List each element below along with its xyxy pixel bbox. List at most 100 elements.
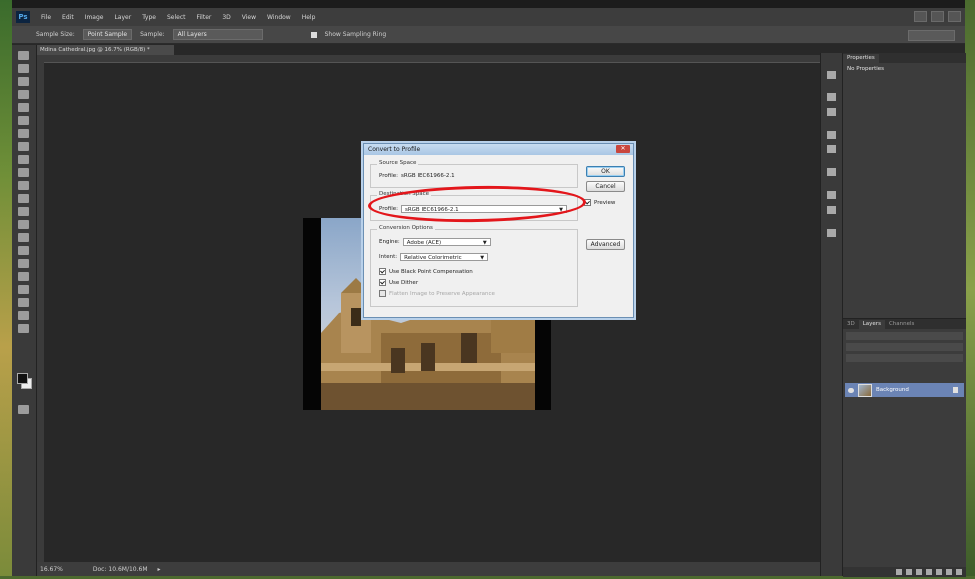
intent-label: Intent: — [379, 254, 398, 260]
info-icon[interactable] — [827, 229, 836, 237]
right-panels: Properties No Properties 3D Layers Chann… — [842, 53, 966, 577]
dialog-close-button[interactable]: ✕ — [616, 145, 630, 153]
menu-bar: Ps File Edit Image Layer Type Select Fil… — [12, 8, 965, 26]
link-layers-icon[interactable] — [896, 569, 902, 575]
blend-mode-row[interactable] — [846, 343, 963, 351]
shape-tool-icon[interactable] — [18, 272, 29, 281]
destination-profile-value: sRGB IEC61966-2.1 — [404, 207, 459, 213]
menu-view[interactable]: View — [242, 14, 256, 21]
visibility-eye-icon[interactable] — [848, 387, 854, 393]
menu-3d[interactable]: 3D — [222, 14, 230, 21]
zoom-tool-icon[interactable] — [18, 324, 29, 333]
convert-to-profile-dialog: Convert to Profile ✕ Source Space Profil… — [363, 143, 634, 318]
healing-brush-tool-icon[interactable] — [18, 129, 29, 138]
lasso-tool-icon[interactable] — [18, 77, 29, 86]
tab-channels[interactable]: Channels — [884, 320, 919, 329]
clone-stamp-tool-icon[interactable] — [18, 155, 29, 164]
source-space-group: Source Space Profile: sRGB IEC61966-2.1 — [370, 160, 578, 188]
menu-edit[interactable]: Edit — [62, 14, 74, 21]
history-brush-tool-icon[interactable] — [18, 168, 29, 177]
character-icon[interactable] — [827, 168, 836, 176]
zoom-level[interactable]: 16.67% — [40, 566, 63, 573]
lock-icon — [953, 387, 958, 393]
destination-profile-row: Profile: sRGB IEC61966-2.1 ▼ — [379, 205, 567, 213]
layer-row-background[interactable]: Background — [845, 383, 964, 397]
sample-label: Sample: — [140, 31, 165, 38]
hand-tool-icon[interactable] — [18, 311, 29, 320]
intent-value: Relative Colorimetric — [404, 255, 462, 261]
sample-dropdown[interactable]: All Layers — [172, 29, 263, 40]
show-sampling-ring-checkbox[interactable] — [310, 31, 317, 38]
lock-row[interactable] — [846, 354, 963, 362]
menu-help[interactable]: Help — [302, 14, 316, 21]
adjustment-layer-icon[interactable] — [926, 569, 932, 575]
brush-tool-icon[interactable] — [18, 142, 29, 151]
swatches-icon[interactable] — [827, 145, 836, 153]
ok-button[interactable]: OK — [586, 166, 625, 177]
menu-layer[interactable]: Layer — [114, 14, 131, 21]
doc-info[interactable]: Doc: 10.6M/10.6M — [93, 566, 148, 573]
eyedropper-tool-icon[interactable] — [18, 116, 29, 125]
destination-space-legend: Destination Space — [377, 191, 432, 197]
3d-tool-icon[interactable] — [18, 285, 29, 294]
source-profile-row: Profile: sRGB IEC61966-2.1 — [379, 173, 455, 179]
actions-icon[interactable] — [827, 93, 836, 101]
flatten-checkbox — [379, 290, 386, 297]
dodge-tool-icon[interactable] — [18, 220, 29, 229]
minimize-button[interactable] — [914, 11, 927, 22]
gradient-tool-icon[interactable] — [18, 194, 29, 203]
history-icon[interactable] — [827, 71, 836, 79]
document-tab[interactable]: Mdina Cathedral.jpg @ 16.7% (RGB/8) * — [37, 45, 174, 55]
menu-select[interactable]: Select — [167, 14, 186, 21]
menu-window[interactable]: Window — [267, 14, 291, 21]
3d-camera-tool-icon[interactable] — [18, 298, 29, 307]
paragraph-icon[interactable] — [827, 191, 836, 199]
cancel-button[interactable]: Cancel — [586, 181, 625, 192]
new-layer-icon[interactable] — [946, 569, 952, 575]
foreground-color-swatch[interactable] — [17, 373, 28, 384]
workspace-switcher[interactable] — [908, 30, 955, 41]
path-select-tool-icon[interactable] — [18, 259, 29, 268]
sample-size-label: Sample Size: — [36, 31, 75, 38]
status-arrow-icon[interactable]: ▸ — [158, 566, 161, 573]
layer-style-icon[interactable] — [906, 569, 912, 575]
tab-properties[interactable]: Properties — [843, 54, 879, 63]
quick-mask-icon[interactable] — [18, 405, 29, 414]
desktop-background-right — [965, 0, 975, 579]
intent-select[interactable]: Relative Colorimetric ▼ — [400, 253, 489, 261]
crop-tool-icon[interactable] — [18, 103, 29, 112]
trash-icon[interactable] — [956, 569, 962, 575]
eraser-tool-icon[interactable] — [18, 181, 29, 190]
marquee-tool-icon[interactable] — [18, 64, 29, 73]
bpc-checkbox[interactable] — [379, 268, 386, 275]
type-tool-icon[interactable] — [18, 246, 29, 255]
styles-icon[interactable] — [827, 131, 836, 139]
add-mask-icon[interactable] — [916, 569, 922, 575]
menu-filter[interactable]: Filter — [197, 14, 212, 21]
pen-tool-icon[interactable] — [18, 233, 29, 242]
menu-image[interactable]: Image — [85, 14, 104, 21]
move-tool-icon[interactable] — [18, 51, 29, 60]
quick-select-tool-icon[interactable] — [18, 90, 29, 99]
destination-space-group: Destination Space Profile: sRGB IEC61966… — [370, 191, 578, 221]
advanced-button[interactable]: Advanced — [586, 239, 625, 250]
status-bar: 16.67% Doc: 10.6M/10.6M ▸ — [37, 562, 820, 576]
destination-profile-select[interactable]: sRGB IEC61966-2.1 ▼ — [400, 205, 567, 213]
layer-filter-row[interactable] — [846, 332, 963, 340]
flatten-label: Flatten Image to Preserve Appearance — [389, 290, 495, 297]
adjustments-icon[interactable] — [827, 108, 836, 116]
show-sampling-ring-label: Show Sampling Ring — [324, 31, 387, 38]
blur-tool-icon[interactable] — [18, 207, 29, 216]
tab-3d[interactable]: 3D — [843, 320, 859, 329]
menu-type[interactable]: Type — [142, 14, 156, 21]
preview-checkbox[interactable] — [584, 199, 591, 206]
dither-checkbox[interactable] — [379, 279, 386, 286]
close-window-button[interactable] — [948, 11, 961, 22]
brush-presets-icon[interactable] — [827, 206, 836, 214]
tab-layers[interactable]: Layers — [858, 320, 885, 329]
group-icon[interactable] — [936, 569, 942, 575]
engine-select[interactable]: Adobe (ACE) ▼ — [402, 238, 491, 246]
sample-size-dropdown[interactable]: Point Sample — [82, 29, 133, 40]
maximize-button[interactable] — [931, 11, 944, 22]
menu-file[interactable]: File — [41, 14, 51, 21]
